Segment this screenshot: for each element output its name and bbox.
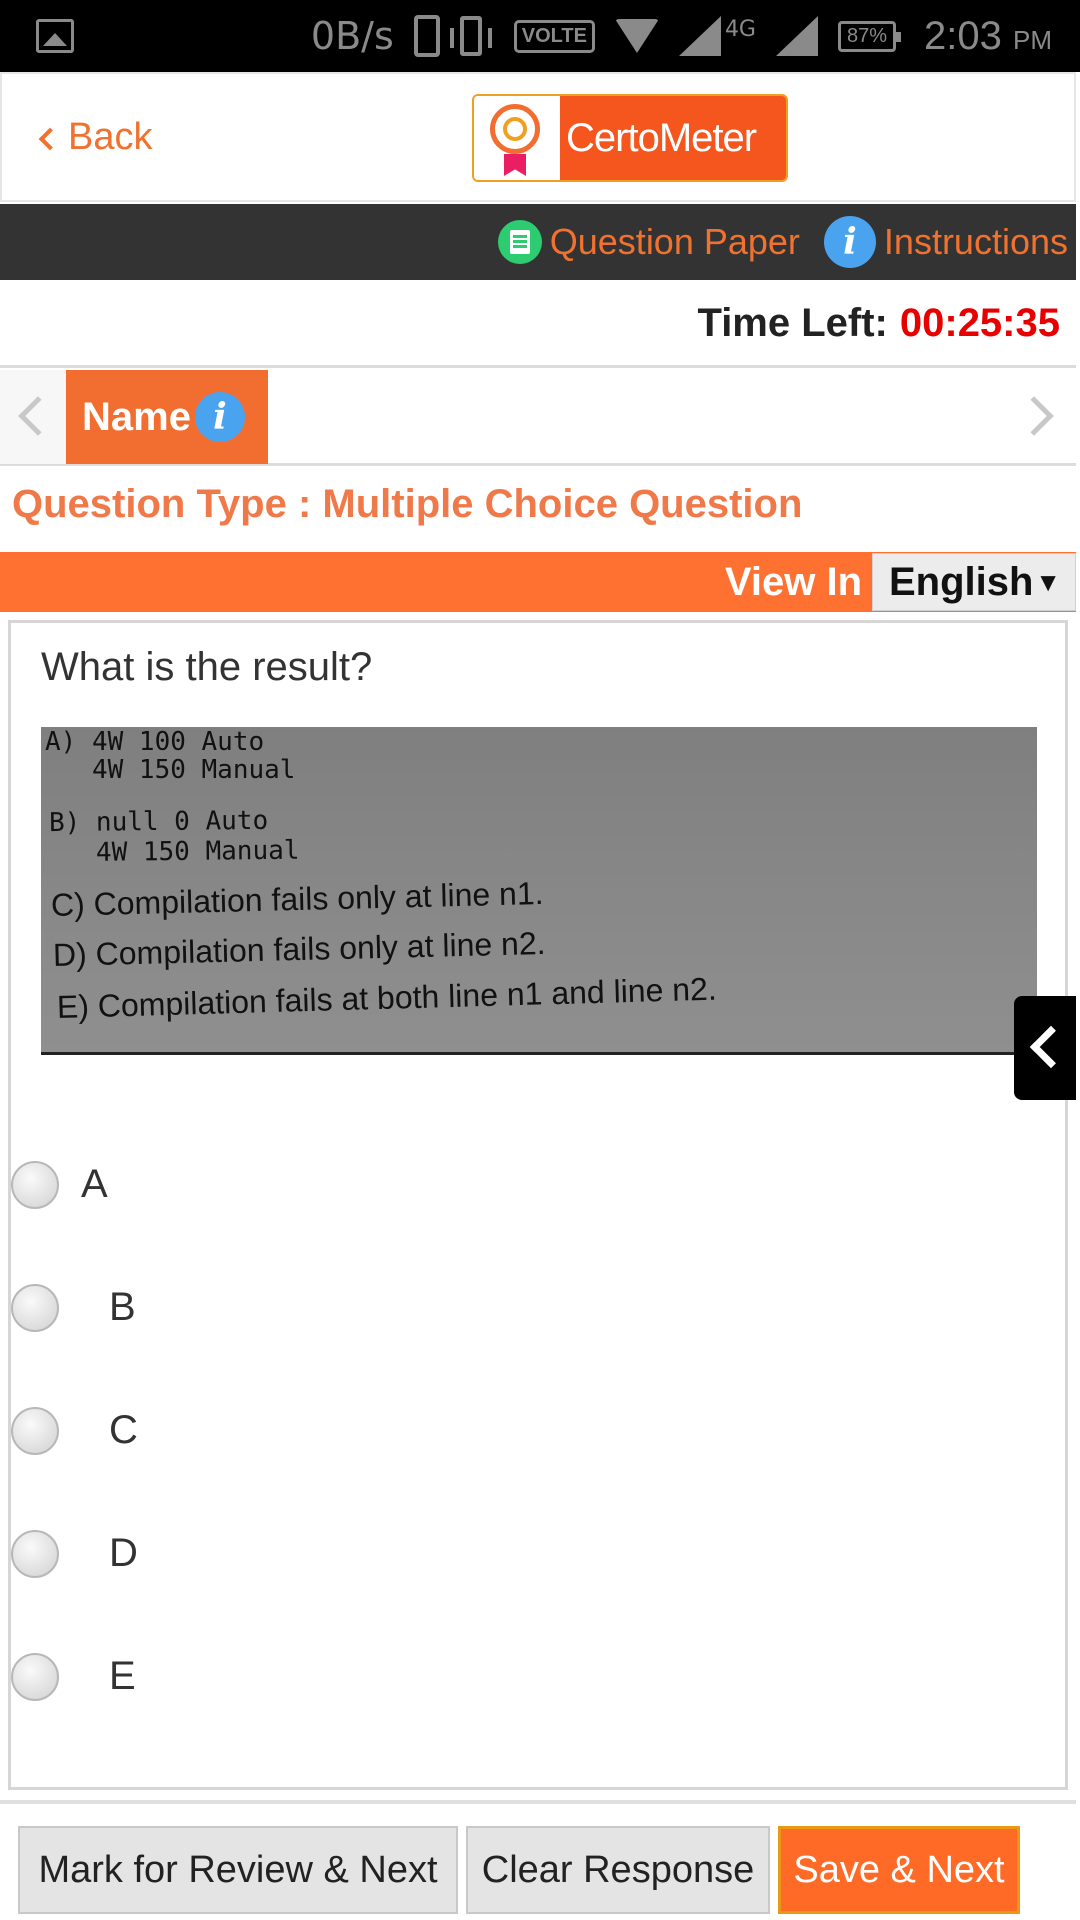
question-type-label: Question Type : Multiple Choice Question <box>12 482 803 526</box>
target-icon <box>490 104 540 154</box>
net-speed: 0B/s <box>310 14 394 58</box>
image-line-b1: B) null 0 Auto <box>48 805 269 839</box>
clock-ampm: PM <box>1013 24 1052 55</box>
view-in-label: View In <box>724 559 862 604</box>
option-e[interactable]: E <box>11 1615 1065 1738</box>
language-value: English <box>889 559 1034 604</box>
next-section-button[interactable] <box>1010 370 1076 464</box>
mark-for-review-button[interactable]: Mark for Review & Next <box>18 1826 458 1914</box>
exam-nav-bar: Question Paper i Instructions <box>0 204 1076 280</box>
answer-options: A B C D E <box>11 1123 1065 1738</box>
certometer-logo: CertoMeter <box>472 94 788 182</box>
radio-button[interactable] <box>11 1160 59 1209</box>
ribbon-icon <box>504 154 526 176</box>
battery-indicator: 87% <box>837 20 902 52</box>
clock-time: 2:03 <box>924 13 1002 58</box>
option-b[interactable]: B <box>11 1246 1065 1369</box>
instructions-link[interactable]: i Instructions <box>823 216 1068 268</box>
info-icon[interactable]: i <box>194 392 245 442</box>
question-panel: What is the result? A) 4W 100 Auto 4W 15… <box>8 620 1068 1790</box>
time-left-label: Time Left: <box>697 301 888 345</box>
image-line-a1: A) 4W 100 Auto <box>45 727 265 757</box>
time-left-value: 00:25:35 <box>899 301 1060 345</box>
radio-button[interactable] <box>11 1529 59 1578</box>
option-label: A <box>81 1162 108 1206</box>
status-bar: 0B/s VOLTE 4G 87% 2:03 PM <box>0 0 1080 72</box>
language-select[interactable]: English ▼ <box>872 553 1076 611</box>
phone-icon <box>413 15 440 57</box>
signal-sim2-icon <box>775 16 818 56</box>
wifi-icon <box>614 19 659 53</box>
chevron-right-icon <box>1014 396 1054 436</box>
image-line-b2: 4W 150 Manual <box>48 835 300 869</box>
back-button[interactable]: Back <box>38 116 153 159</box>
clock: 2:03 PM <box>924 14 1052 59</box>
image-line-d: D) Compilation fails only at line n2. <box>52 924 546 973</box>
option-c[interactable]: C <box>11 1369 1065 1492</box>
target-award-icon <box>474 96 560 180</box>
back-label: Back <box>68 116 153 158</box>
option-a[interactable]: A <box>11 1123 1065 1246</box>
action-bar: Mark for Review & Next Clear Response Sa… <box>0 1800 1076 1920</box>
question-paper-label: Question Paper <box>549 221 800 262</box>
question-image: A) 4W 100 Auto 4W 150 Manual B) null 0 A… <box>41 727 1037 1055</box>
logo-text: CertoMeter <box>560 96 786 180</box>
timer-row: Time Left: 00:25:35 <box>0 282 1076 368</box>
option-d[interactable]: D <box>11 1492 1065 1615</box>
volte-badge: VOLTE <box>513 19 595 53</box>
section-tab-name[interactable]: Name i <box>66 370 268 464</box>
chevron-left-icon <box>1029 1025 1073 1069</box>
view-in-bar: View In English ▼ <box>0 552 1076 612</box>
prev-section-button[interactable] <box>0 370 66 464</box>
chevron-left-icon <box>18 396 58 436</box>
image-line-c: C) Compilation fails only at line n1. <box>50 874 544 923</box>
info-icon: i <box>823 216 876 268</box>
section-tab-label: Name <box>82 394 191 439</box>
save-next-button[interactable]: Save & Next <box>778 1826 1020 1914</box>
instructions-label: Instructions <box>883 221 1068 262</box>
signal-sim1-icon <box>678 16 721 56</box>
option-label: E <box>109 1654 136 1698</box>
image-line-a2: 4W 150 Manual <box>45 755 296 785</box>
chevron-left-icon <box>38 127 62 150</box>
clear-response-button[interactable]: Clear Response <box>466 1826 770 1914</box>
question-text: What is the result? <box>41 645 373 689</box>
gallery-notification-icon <box>36 19 74 53</box>
section-tabs: Name i <box>0 370 1076 466</box>
network-type: 4G <box>724 16 756 42</box>
option-label: D <box>109 1531 138 1575</box>
question-paper-link[interactable]: Question Paper <box>497 220 800 264</box>
image-line-e: E) Compilation fails at both line n1 and… <box>56 970 718 1025</box>
radio-button[interactable] <box>11 1652 59 1701</box>
radio-button[interactable] <box>11 1283 59 1332</box>
document-list-icon <box>497 220 542 264</box>
radio-button[interactable] <box>11 1406 59 1455</box>
question-palette-toggle[interactable] <box>1014 996 1076 1100</box>
option-label: B <box>109 1285 136 1329</box>
vibrate-icon <box>449 16 492 56</box>
exam-screen: 0B/s VOLTE 4G 87% 2:03 PM Back CertoMete… <box>0 0 1080 1920</box>
option-label: C <box>109 1408 138 1452</box>
app-header: Back CertoMeter <box>0 72 1076 202</box>
dropdown-caret-icon: ▼ <box>1035 566 1061 597</box>
